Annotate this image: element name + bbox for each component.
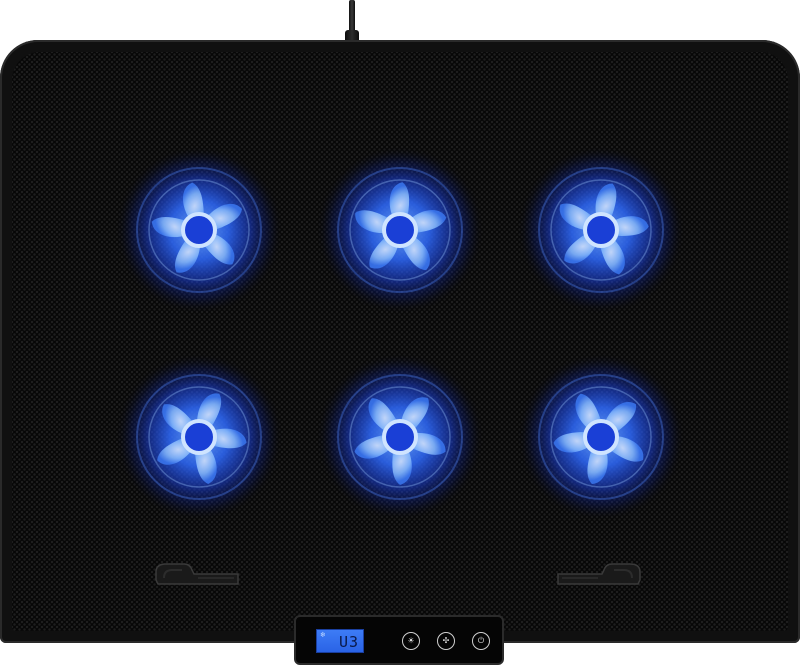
fan-graphic (316, 146, 484, 314)
fan-hub (181, 419, 217, 455)
fan-6 (516, 352, 686, 522)
fan-graphic (115, 146, 283, 314)
fan-speed-button[interactable]: ✣ (437, 632, 455, 650)
power-button[interactable]: ⏻ (472, 632, 490, 650)
fan-graphic (316, 353, 484, 521)
fan-4 (114, 352, 284, 522)
fan-hub (382, 212, 418, 248)
fan-5 (315, 352, 485, 522)
stopper-left-shape (155, 563, 239, 585)
fan-graphic (517, 146, 685, 314)
lcd-display: ❄ U3 (316, 629, 364, 653)
fan-graphic (517, 353, 685, 521)
laptop-stopper-left[interactable] (154, 560, 240, 586)
fan-graphic (115, 353, 283, 521)
stopper-right-shape (557, 563, 641, 585)
fan-hub (181, 212, 217, 248)
control-panel: ❄ U3 ☀ ✣ ⏻ (294, 615, 504, 665)
light-mode-icon: ☀ (407, 636, 415, 645)
snowflake-icon: ❄ (320, 631, 326, 639)
light-mode-button[interactable]: ☀ (402, 632, 420, 650)
cooling-pad: ❄ U3 ☀ ✣ ⏻ (0, 40, 800, 665)
fan-speed-icon: ✣ (442, 636, 450, 645)
mesh-surface (12, 52, 788, 631)
fan-hub (382, 419, 418, 455)
laptop-stopper-right[interactable] (556, 560, 642, 586)
lcd-reading: U3 (338, 633, 359, 651)
fan-3 (516, 145, 686, 315)
power-icon: ⏻ (477, 636, 485, 645)
fan-1 (114, 145, 284, 315)
fan-hub (583, 212, 619, 248)
fan-hub (583, 419, 619, 455)
fan-2 (315, 145, 485, 315)
